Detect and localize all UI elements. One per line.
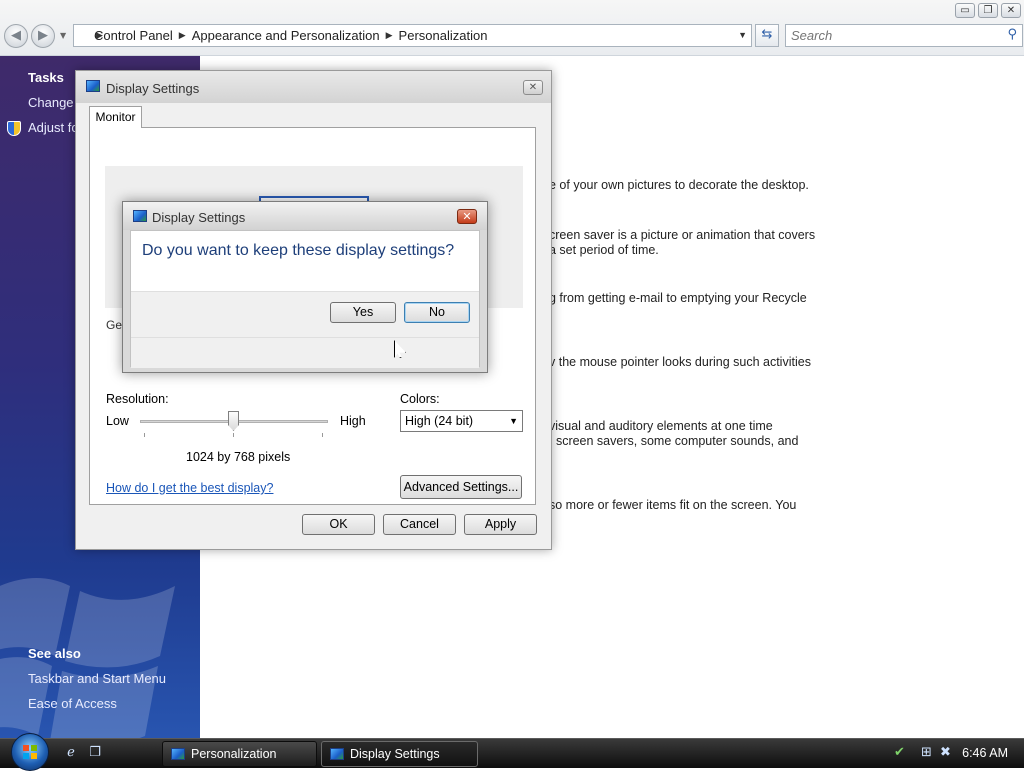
task-link-adjust[interactable]: Adjust fo [28, 120, 79, 135]
taskbar-button-personalization[interactable]: Personalization [162, 741, 317, 767]
breadcrumb-personalization[interactable]: Personalization [399, 28, 488, 43]
tray-clock[interactable]: 6:46 AM [962, 746, 1008, 760]
window-titlebar[interactable]: Display Settings ✕ [76, 71, 551, 103]
chevron-right-icon[interactable]: ▶ [386, 30, 393, 41]
resolution-slider-thumb[interactable] [228, 411, 239, 431]
close-button[interactable]: ✕ [523, 80, 543, 95]
slider-tick [233, 433, 234, 437]
dialog-titlebar[interactable]: Display Settings ✕ [123, 202, 487, 230]
restore-button[interactable]: ❐ [978, 3, 998, 18]
yes-button[interactable]: Yes [330, 302, 396, 323]
chevron-right-icon[interactable]: ▶ [96, 30, 103, 41]
slider-tick [144, 433, 145, 437]
dialog-footer: Yes No [131, 291, 479, 368]
colors-dropdown[interactable]: High (24 bit) ▼ [400, 410, 523, 432]
footer-divider [131, 337, 479, 338]
network-icon[interactable]: ⊞ [921, 745, 932, 760]
colors-selected-value: High (24 bit) [405, 414, 474, 428]
windows-flag-icon [23, 745, 37, 759]
personalization-icon [171, 748, 185, 760]
tray-security-icon[interactable]: ✔ [894, 745, 905, 760]
window-title: Display Settings [106, 81, 200, 96]
breadcrumb-control-panel[interactable]: Control Panel [94, 28, 173, 43]
close-button[interactable]: ✕ [457, 209, 477, 224]
internet-explorer-icon[interactable]: ℯ [63, 745, 79, 761]
chevron-down-icon: ▼ [509, 416, 518, 426]
see-also-heading: See also [28, 646, 81, 661]
refresh-button[interactable]: ⇆ [755, 24, 779, 47]
search-icon[interactable]: ⚲ [1007, 27, 1017, 42]
switch-windows-icon[interactable]: ❐ [87, 745, 103, 761]
desc-sounds: g from getting e-mail to emptying your R… [549, 291, 807, 305]
display-settings-icon [330, 748, 344, 760]
minimize-button[interactable]: ▭ [955, 3, 975, 18]
taskbar-button-display-settings[interactable]: Display Settings [321, 741, 478, 767]
arrow-left-icon: ◀ [11, 28, 21, 43]
apply-button[interactable]: Apply [464, 514, 537, 535]
search-input[interactable] [786, 25, 986, 46]
dialog-body: Do you want to keep these display settin… [130, 230, 480, 368]
desc-mouse-pointers: v the mouse pointer looks during such ac… [549, 355, 811, 369]
taskbar: ℯ ❐ Personalization Display Settings ✔ ⊞… [0, 733, 1024, 771]
address-bar[interactable]: ▶ Control Panel ▶ Appearance and Persona… [73, 24, 752, 47]
nav-history-dropdown-icon[interactable]: ▼ [60, 31, 66, 40]
desc-desktop-background: e of your own pictures to decorate the d… [549, 178, 809, 192]
desc-screen-saver-1: creen saver is a picture or animation th… [549, 228, 816, 242]
search-box[interactable]: ⚲ [785, 24, 1023, 47]
chevron-down-icon[interactable]: ▼ [738, 30, 747, 40]
see-also-taskbar[interactable]: Taskbar and Start Menu [28, 671, 166, 686]
best-display-help-link[interactable]: How do I get the best display? [106, 481, 273, 495]
cancel-button[interactable]: Cancel [383, 514, 456, 535]
taskbar-button-label: Personalization [191, 747, 277, 761]
shield-icon [7, 121, 21, 136]
volume-muted-icon[interactable]: ✖ [940, 745, 951, 760]
dialog-question: Do you want to keep these display settin… [142, 242, 455, 259]
start-button[interactable] [11, 733, 49, 771]
resolution-value: 1024 by 768 pixels [186, 450, 291, 464]
colors-label: Colors: [400, 392, 440, 406]
arrow-right-icon: ▶ [38, 28, 48, 43]
slider-high-label: High [340, 414, 366, 428]
slider-tick [322, 433, 323, 437]
back-button[interactable]: ◀ [4, 24, 28, 48]
close-button[interactable]: ✕ [1001, 3, 1021, 18]
desc-theme-1: visual and auditory elements at one time [549, 419, 773, 433]
resolution-label: Resolution: [106, 392, 169, 406]
refresh-icon: ⇆ [761, 27, 773, 42]
tab-monitor[interactable]: Monitor [89, 106, 142, 128]
chevron-right-icon[interactable]: ▶ [179, 30, 186, 41]
slider-low-label: Low [106, 414, 129, 428]
breadcrumb-appearance[interactable]: Appearance and Personalization [192, 28, 380, 43]
see-also-ease-of-access[interactable]: Ease of Access [28, 696, 117, 711]
keep-settings-dialog: Display Settings ✕ Do you want to keep t… [122, 201, 488, 373]
forward-button[interactable]: ▶ [31, 24, 55, 48]
advanced-settings-button[interactable]: Advanced Settings... [400, 475, 522, 499]
dialog-title: Display Settings [152, 210, 246, 225]
explorer-toolbar: ▭ ❐ ✕ ◀ ▶ ▼ ▶ Control Panel ▶ Appearance… [0, 0, 1024, 56]
tasks-heading: Tasks [28, 70, 64, 85]
desc-display-settings: so more or fewer items fit on the screen… [549, 498, 797, 512]
display-settings-icon [133, 210, 147, 222]
display-settings-icon [86, 80, 100, 92]
ok-button[interactable]: OK [302, 514, 375, 535]
taskbar-button-label: Display Settings [350, 747, 440, 761]
close-icon: ✕ [528, 82, 538, 93]
desc-theme-2: , screen savers, some computer sounds, a… [549, 434, 799, 448]
desc-screen-saver-2: a set period of time. [549, 243, 659, 257]
close-icon: ✕ [462, 210, 472, 223]
no-button[interactable]: No [404, 302, 470, 323]
